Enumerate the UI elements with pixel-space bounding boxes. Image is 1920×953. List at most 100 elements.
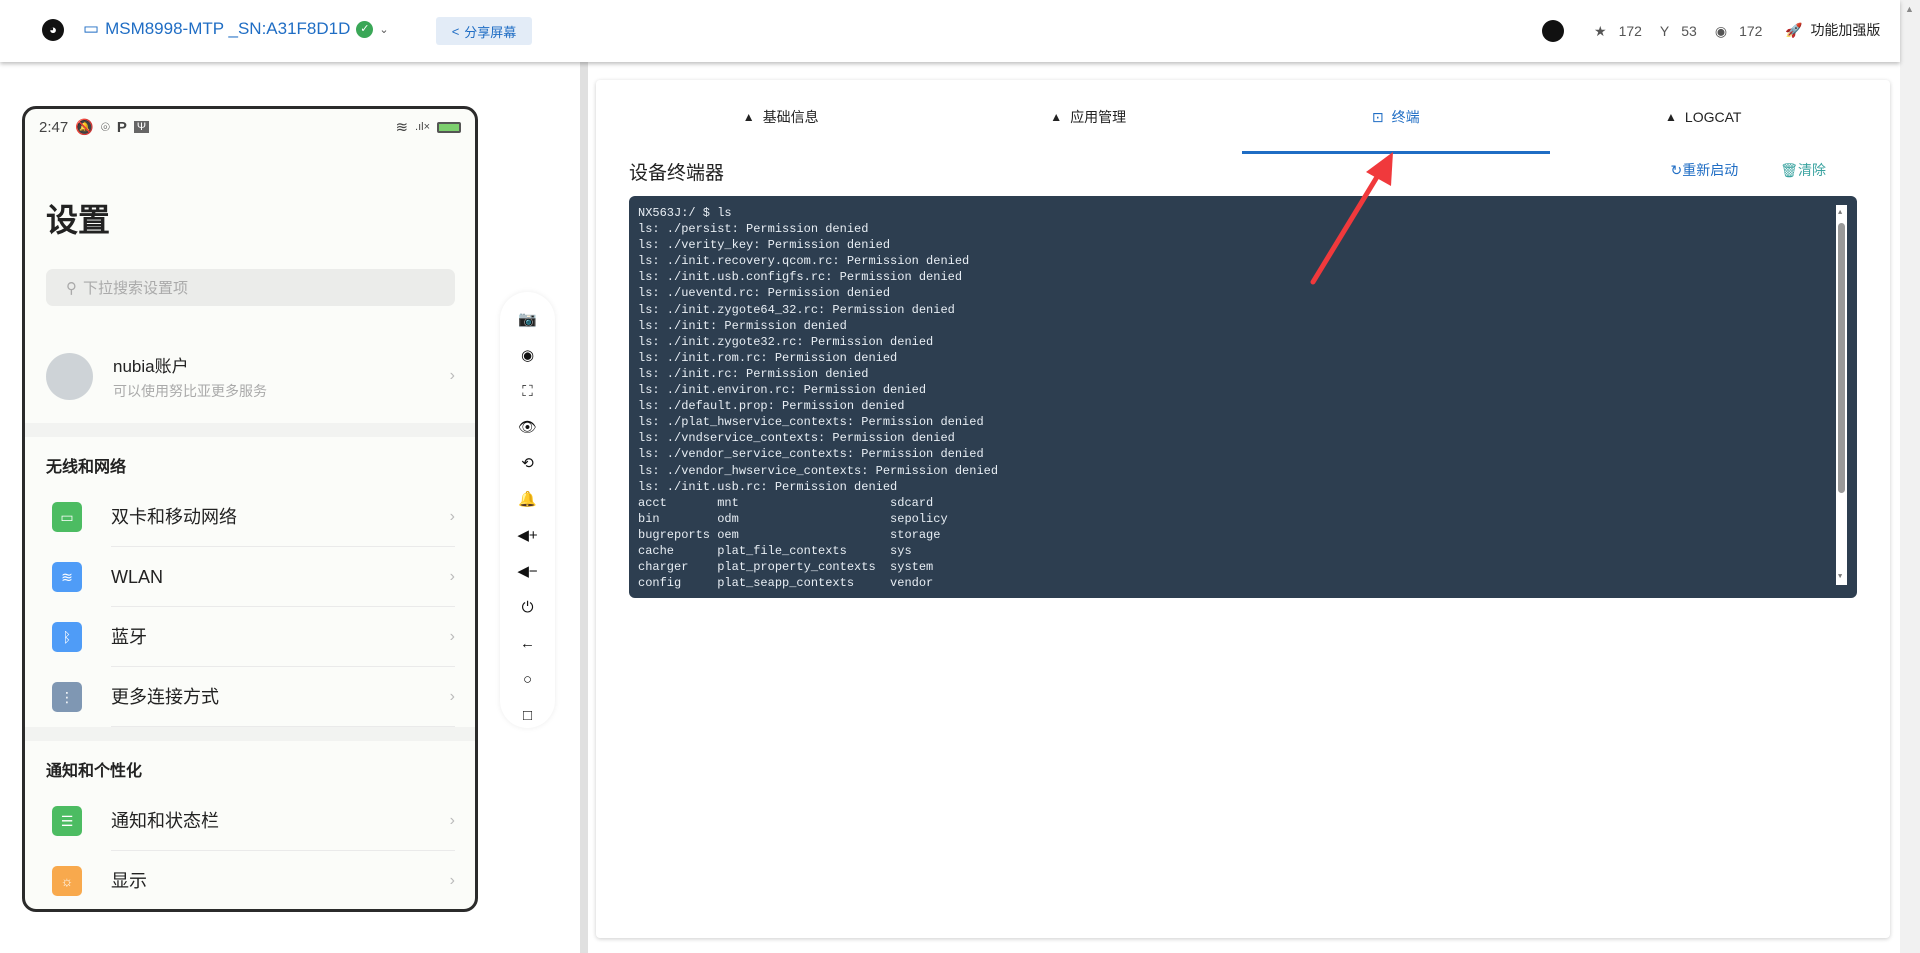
settings-item-notifications[interactable]: ☰ 通知和状态栏 › <box>52 791 455 851</box>
device-name: MSM8998-MTP _SN:A31F8D1D <box>105 19 351 38</box>
chevron-right-icon: › <box>449 812 455 829</box>
notification-settings-icon[interactable]: 🔔 <box>508 482 548 518</box>
share-icon: < <box>451 23 460 39</box>
tab-terminal[interactable]: ⊡ 终端 <box>1242 80 1550 154</box>
tab-bar: ▲ 基础信息 ▲ 应用管理 ⊡ 终端 ▲ LOGCAT <box>596 80 1890 154</box>
enhanced-version-link[interactable]: 🚀 功能加强版 <box>1785 20 1880 40</box>
wifi-icon: ≋ <box>52 562 82 592</box>
share-label: 分享屏幕 <box>464 24 517 40</box>
device-icon: ▭ <box>83 19 100 38</box>
fork-icon: Y <box>1659 23 1670 39</box>
terminal-output[interactable]: NX563J:/ $ ls ls: ./persist: Permission … <box>629 196 1857 598</box>
account-item[interactable]: nubia账户可以使用努比亚更多服务 › <box>46 346 455 406</box>
tab-label: 终端 <box>1391 109 1420 125</box>
app-logo-icon[interactable]: ◕ <box>42 19 64 41</box>
chevron-right-icon: › <box>449 628 455 645</box>
settings-item-display[interactable]: ☼ 显示 › <box>52 851 455 909</box>
status-bar: 2:47 🔕 ⌾ P Ψ ≋ .ıl× <box>25 109 475 145</box>
account-subtitle: 可以使用努比亚更多服务 <box>113 382 267 399</box>
tab-label: LOGCAT <box>1684 109 1742 125</box>
item-label: 蓝牙 <box>111 607 455 667</box>
settings-item-bluetooth[interactable]: ᛒ 蓝牙 › <box>52 607 455 667</box>
home-icon[interactable]: ○ <box>508 662 548 698</box>
recents-icon[interactable]: □ <box>508 698 548 734</box>
tab-app-management[interactable]: ▲ 应用管理 <box>935 80 1243 154</box>
record-icon[interactable]: ◉ <box>508 338 548 374</box>
connected-check-icon: ✓ <box>356 20 374 38</box>
back-icon[interactable]: ← <box>508 626 548 662</box>
message-icon: ☰ <box>52 806 82 836</box>
page-scrollbar[interactable]: ▲ <box>1900 0 1920 953</box>
search-icon: ⚲ <box>66 279 77 297</box>
sim-icon: ▭ <box>52 502 82 532</box>
terminal-scrollbar[interactable]: ▲ ▼ <box>1836 205 1847 585</box>
panel-resizer[interactable] <box>580 62 588 953</box>
tab-logcat[interactable]: ▲ LOGCAT <box>1550 80 1858 154</box>
section-header-network: 无线和网络 <box>46 459 127 476</box>
volume-up-icon[interactable]: ◀+ <box>508 518 548 554</box>
fullscreen-icon[interactable]: ⛶ <box>508 374 548 410</box>
restart-label: 重新启动 <box>1682 162 1739 178</box>
watch-count: 172 <box>1739 23 1763 39</box>
power-icon[interactable]: ⏻ <box>508 590 548 626</box>
settings-item-more-connections[interactable]: ⋮ 更多连接方式 › <box>52 667 455 727</box>
volume-down-icon[interactable]: ◀− <box>508 554 548 590</box>
android-icon: ▲ <box>1665 110 1677 124</box>
eye-icon[interactable]: 👁 <box>508 410 548 446</box>
tab-label: 应用管理 <box>1070 109 1127 125</box>
settings-item-wlan[interactable]: ≋ WLAN › <box>52 547 455 607</box>
item-label: WLAN <box>111 547 455 607</box>
rocket-icon: 🚀 <box>1785 21 1803 38</box>
device-control-bar: 📷 ◉ ⛶ 👁 ⟲ 🔔 ◀+ ◀− ⏻ ← ○ □ <box>500 292 555 728</box>
wifi-icon: ≋ <box>395 119 409 136</box>
main-card: ▲ 基础信息 ▲ 应用管理 ⊡ 终端 ▲ LOGCAT 设备终端器 ↻重新启动 🗑清除 … <box>596 80 1890 938</box>
signal-icon: .ıl× <box>415 121 430 133</box>
tab-basic-info[interactable]: ▲ 基础信息 <box>627 80 935 154</box>
refresh-icon: ↻ <box>1670 162 1683 178</box>
star-count: 172 <box>1618 23 1642 39</box>
status-time: 2:47 <box>39 118 69 136</box>
account-name: nubia账户 <box>113 356 189 376</box>
chevron-right-icon: › <box>449 568 455 585</box>
clear-label: 清除 <box>1798 162 1826 178</box>
top-bar: ◕ ▭ MSM8998-MTP _SN:A31F8D1D ✓ ⌄ < 分享屏幕 ★… <box>0 0 1900 62</box>
tab-label: 基础信息 <box>762 109 819 125</box>
section-header-personalization: 通知和个性化 <box>46 763 143 780</box>
usb-icon: Ψ <box>133 121 150 133</box>
more-icon: ⋮ <box>52 682 82 712</box>
chevron-right-icon: › <box>449 872 455 889</box>
item-label: 更多连接方式 <box>111 667 455 727</box>
star-icon: ★ <box>1594 22 1607 39</box>
eye-icon: ◉ <box>1714 22 1728 39</box>
location-icon: ⌾ <box>100 118 110 136</box>
item-label: 双卡和移动网络 <box>111 487 455 547</box>
settings-title: 设置 <box>46 202 111 238</box>
phone-screen[interactable]: 2:47 🔕 ⌾ P Ψ ≋ .ıl× 设置 ⚲ 下拉搜索设置项 nubia账户可以使用努比… <box>22 106 478 912</box>
terminal-icon: ⊡ <box>1371 108 1384 125</box>
mute-icon: 🔕 <box>75 119 94 136</box>
item-label: 通知和状态栏 <box>111 791 455 851</box>
restart-button[interactable]: ↻重新启动 <box>1670 160 1738 180</box>
chevron-down-icon: ⌄ <box>379 23 389 36</box>
chevron-right-icon: › <box>449 508 455 525</box>
clear-button[interactable]: 🗑清除 <box>1780 160 1826 180</box>
terminal-title: 设备终端器 <box>629 163 725 184</box>
github-icon[interactable] <box>1542 20 1564 42</box>
share-screen-button[interactable]: < 分享屏幕 <box>436 17 532 45</box>
rotate-icon[interactable]: ⟲ <box>508 446 548 482</box>
device-selector[interactable]: ▭ MSM8998-MTP _SN:A31F8D1D ✓ ⌄ <box>83 19 389 39</box>
camera-icon[interactable]: 📷 <box>508 302 548 338</box>
brightness-icon: ☼ <box>52 866 82 896</box>
bluetooth-icon: ᛒ <box>52 622 82 652</box>
trash-icon: 🗑 <box>1780 162 1798 178</box>
fork-count: 53 <box>1681 23 1697 39</box>
item-label: 显示 <box>111 851 455 909</box>
terminal-text: NX563J:/ $ ls ls: ./persist: Permission … <box>638 206 999 591</box>
chevron-right-icon: › <box>449 367 455 384</box>
battery-icon <box>437 121 461 133</box>
p-icon: P <box>116 118 127 136</box>
chevron-right-icon: › <box>449 688 455 705</box>
search-placeholder: 下拉搜索设置项 <box>83 280 189 297</box>
settings-search[interactable]: ⚲ 下拉搜索设置项 <box>46 269 455 306</box>
settings-item-sim[interactable]: ▭ 双卡和移动网络 › <box>52 487 455 547</box>
